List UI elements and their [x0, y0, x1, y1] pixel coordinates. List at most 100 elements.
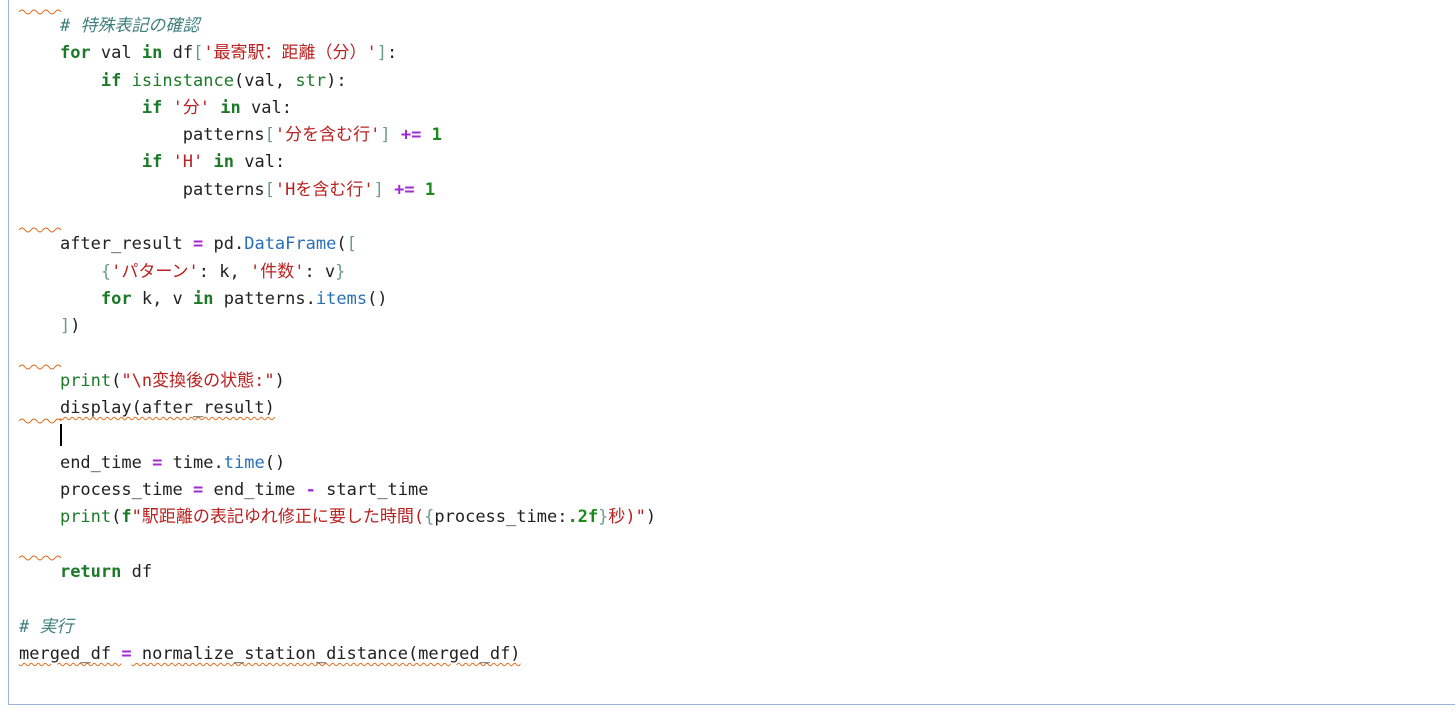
code-token: '分' — [172, 97, 211, 118]
cell-warning-squiggle — [18, 555, 62, 561]
code-token: if — [141, 152, 163, 173]
code-token: () — [264, 452, 286, 473]
code-line[interactable]: # 実行 — [9, 614, 1455, 641]
code-token: patterns — [182, 179, 265, 200]
code-line[interactable]: # 特殊表記の確認 — [9, 9, 1455, 40]
code-line[interactable]: if isinstance(val, str): — [9, 68, 1455, 95]
code-token: pd. — [203, 234, 245, 255]
code-line[interactable]: if 'H' in val: — [9, 149, 1455, 176]
text-cursor — [59, 424, 62, 447]
code-token: normalize_station_distance(merged_df) — [131, 643, 521, 664]
code-token: # 特殊表記の確認 — [59, 16, 200, 36]
code-token: after_result — [59, 234, 194, 255]
code-line[interactable]: display(after_result) — [9, 395, 1455, 422]
code-token: f — [121, 507, 132, 528]
code-token: .2f — [567, 507, 599, 528]
code-token: process_time — [59, 480, 194, 501]
code-token: = — [152, 452, 163, 473]
code-line[interactable]: merged_df = normalize_station_distance(m… — [9, 641, 1455, 668]
code-token: str — [295, 70, 327, 91]
code-token: print — [59, 507, 112, 528]
code-token: { — [100, 261, 112, 282]
code-token: in — [141, 43, 163, 64]
code-token: val: — [240, 97, 292, 118]
code-token: start_time — [315, 480, 429, 501]
code-token: in — [193, 288, 214, 309]
code-token: [ — [346, 234, 357, 255]
code-area[interactable]: # 特殊表記の確認 for val in df['最寄駅：距離（分）']: if… — [9, 9, 1455, 668]
code-line[interactable]: process_time = end_time - start_time — [9, 477, 1455, 504]
code-line[interactable] — [9, 532, 1455, 559]
code-token: ] — [59, 316, 71, 337]
code-line[interactable] — [9, 418, 1455, 449]
code-token: 1 — [431, 125, 442, 146]
code-editor[interactable]: # 特殊表記の確認 for val in df['最寄駅：距離（分）']: if… — [8, 0, 1455, 705]
code-token: DataFrame — [244, 234, 337, 255]
code-line[interactable]: for k, v in patterns.items() — [9, 286, 1455, 313]
code-token: - — [305, 480, 316, 501]
cell-warning-squiggle — [18, 364, 62, 370]
code-token: 'H' — [172, 152, 204, 173]
code-line[interactable] — [9, 204, 1455, 231]
code-token: time — [223, 452, 265, 473]
code-line[interactable]: return df — [9, 555, 1455, 586]
code-line[interactable]: if '分' in val: — [9, 95, 1455, 122]
code-token: ( — [336, 234, 347, 255]
code-token: '最寄駅：距離（分）' — [203, 43, 377, 64]
code-token: in — [220, 97, 241, 118]
code-line[interactable]: patterns['Hを含む行'] += 1 — [9, 177, 1455, 204]
code-line[interactable]: print(f"駅距離の表記ゆれ修正に要した時間({process_time:.… — [9, 504, 1455, 531]
code-token: df — [121, 561, 153, 582]
code-token: } — [335, 261, 346, 282]
code-token: time. — [162, 452, 224, 473]
code-token: : k, — [198, 261, 250, 282]
code-token: ) — [70, 316, 81, 337]
code-line[interactable]: end_time = time.time() — [9, 450, 1455, 477]
code-token: = — [121, 643, 132, 664]
code-line[interactable]: print("\n変換後の状態:") — [9, 364, 1455, 395]
code-token: k, v — [131, 288, 194, 309]
code-token: "駅距離の表記ゆれ修正に要した時間( — [131, 507, 425, 528]
code-line[interactable] — [9, 341, 1455, 368]
code-line[interactable]: after_result = pd.DataFrame([ — [9, 227, 1455, 258]
code-line[interactable]: {'パターン': k, '件数': v} — [9, 259, 1455, 286]
code-token: += — [394, 179, 415, 200]
code-token: ] — [373, 179, 384, 200]
code-token: 1 — [424, 179, 436, 200]
code-token: patterns. — [213, 288, 316, 309]
code-token: ) — [645, 507, 657, 528]
code-line[interactable]: for val in df['最寄駅：距離（分）']: — [9, 40, 1455, 67]
code-token: val: — [234, 152, 286, 173]
code-token: = — [193, 480, 204, 501]
code-line[interactable]: ]) — [9, 313, 1455, 340]
code-token: in — [213, 152, 235, 173]
code-token: return — [59, 561, 122, 582]
code-line[interactable] — [9, 586, 1455, 613]
code-token: merged_df — [19, 643, 122, 664]
code-token: ( — [111, 507, 122, 528]
code-token: ] — [380, 125, 391, 146]
code-token: ] — [376, 43, 388, 64]
code-token: "\n変換後の状態:" — [121, 370, 275, 391]
code-line[interactable]: patterns['分を含む行'] += 1 — [9, 122, 1455, 149]
code-token: [ — [193, 43, 204, 64]
code-token: end_time — [59, 452, 153, 473]
code-token: # 実行 — [19, 616, 74, 637]
code-token: = — [193, 234, 204, 255]
code-token: ): — [326, 70, 347, 91]
